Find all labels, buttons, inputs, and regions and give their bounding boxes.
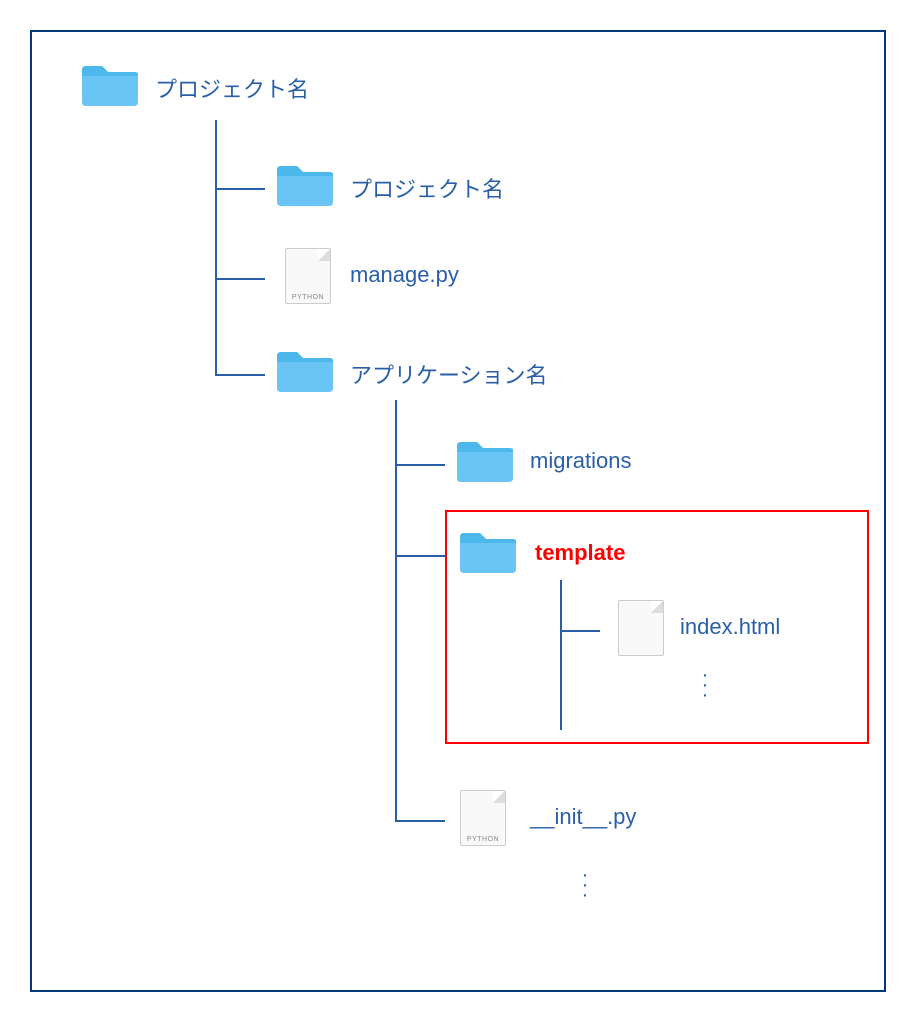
label-manage-py: manage.py: [350, 262, 459, 288]
tree-line: [560, 580, 562, 730]
tree-line: [215, 278, 265, 280]
tree-line: [215, 188, 265, 190]
tree-line: [395, 464, 445, 466]
tree-line: [395, 555, 445, 557]
tree-line: [395, 820, 445, 822]
ellipsis-dots: ···: [580, 870, 590, 900]
tree-line: [215, 120, 217, 375]
label-project: プロジェクト名: [350, 172, 504, 204]
label-init-py: __init__.py: [530, 804, 636, 830]
label-migrations: migrations: [530, 448, 631, 474]
label-app: アプリケーション名: [350, 358, 548, 390]
file-icon-index-html: [618, 600, 664, 656]
ellipsis-dots: ···: [700, 670, 710, 700]
folder-icon-migrations: [455, 436, 515, 484]
folder-icon-template: [458, 527, 518, 575]
python-tag: PYTHON: [288, 294, 328, 301]
label-index-html: index.html: [680, 614, 780, 640]
tree-line: [215, 374, 265, 376]
file-icon-manage-py: PYTHON: [285, 248, 331, 304]
label-template: template: [535, 540, 625, 566]
tree-line: [395, 400, 397, 820]
label-root: プロジェクト名: [155, 72, 309, 104]
file-icon-init-py: PYTHON: [460, 790, 506, 846]
diagram-container: プロジェクト名 プロジェクト名 PYTHON manage.py アプリケーショ…: [0, 0, 916, 1022]
python-tag: PYTHON: [463, 836, 503, 843]
tree-line: [560, 630, 600, 632]
folder-icon-root: [80, 60, 140, 108]
folder-icon-app: [275, 346, 335, 394]
folder-icon-project: [275, 160, 335, 208]
